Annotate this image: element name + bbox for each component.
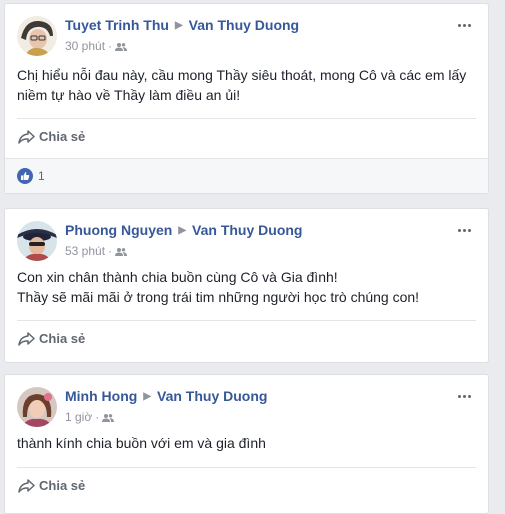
action-bar: Chia sẻ	[5, 119, 488, 159]
post-meta: 30 phút ·	[65, 39, 128, 55]
friends-icon[interactable]	[102, 412, 115, 426]
share-label: Chia sẻ	[39, 129, 86, 144]
post-card: Tuyet Trinh Thu ▶ Van Thuy Duong 30 phút · …	[4, 3, 489, 194]
author-line: Tuyet Trinh Thu ▶ Van Thuy Duong	[65, 17, 299, 33]
target-name[interactable]: Van Thuy Duong	[157, 388, 267, 404]
post-header: Tuyet Trinh Thu ▶ Van Thuy Duong 30 phút ·	[5, 4, 488, 62]
more-options-icon[interactable]	[458, 385, 478, 399]
timestamp[interactable]: 30 phút	[65, 39, 105, 53]
share-button[interactable]: Chia sẻ	[17, 129, 85, 145]
share-arrow-icon	[18, 332, 35, 346]
post-text-line: Con xin chân thành chia buồn cùng Cô và …	[17, 269, 338, 285]
avatar[interactable]	[17, 221, 57, 261]
timestamp[interactable]: 1 giờ	[65, 410, 92, 424]
post-text-line: Thầy sẽ mãi mãi ở trong trái tim những n…	[17, 289, 420, 305]
post-header: Phuong Nguyen ▶ Van Thuy Duong 53 phút ·	[5, 209, 488, 267]
caret-right-icon: ▶	[178, 225, 187, 236]
author-line: Phuong Nguyen ▶ Van Thuy Duong	[65, 222, 302, 238]
action-bar: Chia sẻ	[5, 468, 488, 508]
separator-dot: ·	[108, 244, 113, 258]
friends-icon[interactable]	[115, 246, 128, 260]
separator-dot: ·	[95, 410, 100, 424]
author-name[interactable]: Tuyet Trinh Thu	[65, 17, 169, 33]
reactions-bar: 1	[5, 158, 488, 193]
post-text: thành kính chia buồn với em và gia đình	[17, 435, 266, 451]
post-meta: 53 phút ·	[65, 244, 128, 260]
like-thumb-icon[interactable]	[17, 168, 33, 184]
like-count[interactable]: 1	[38, 169, 45, 183]
share-label: Chia sẻ	[39, 331, 86, 346]
post-card: Minh Hong ▶ Van Thuy Duong 1 giờ · thành kí…	[4, 374, 489, 514]
author-line: Minh Hong ▶ Van Thuy Duong	[65, 388, 267, 404]
friends-icon[interactable]	[115, 41, 128, 55]
author-name[interactable]: Phuong Nguyen	[65, 222, 172, 238]
share-button[interactable]: Chia sẻ	[17, 331, 85, 347]
share-button[interactable]: Chia sẻ	[17, 478, 85, 494]
post-header: Minh Hong ▶ Van Thuy Duong 1 giờ ·	[5, 375, 488, 433]
post-text: Con xin chân thành chia buồn cùng Cô và …	[5, 267, 488, 307]
share-label: Chia sẻ	[39, 478, 86, 493]
caret-right-icon: ▶	[174, 20, 183, 31]
more-options-icon[interactable]	[458, 14, 478, 28]
separator-dot: ·	[108, 39, 113, 53]
avatar[interactable]	[17, 16, 57, 56]
more-options-icon[interactable]	[458, 219, 478, 233]
share-arrow-icon	[18, 130, 35, 144]
post-card: Phuong Nguyen ▶ Van Thuy Duong 53 phút · Co…	[4, 208, 489, 363]
caret-right-icon: ▶	[143, 391, 152, 402]
share-arrow-icon	[18, 479, 35, 493]
action-bar: Chia sẻ	[5, 321, 488, 361]
target-name[interactable]: Van Thuy Duong	[189, 17, 299, 33]
timestamp[interactable]: 53 phút	[65, 244, 105, 258]
avatar[interactable]	[17, 387, 57, 427]
author-name[interactable]: Minh Hong	[65, 388, 137, 404]
post-meta: 1 giờ ·	[65, 410, 115, 426]
target-name[interactable]: Van Thuy Duong	[192, 222, 302, 238]
post-text: Chị hiểu nỗi đau này, cầu mong Thầy siêu…	[17, 67, 467, 103]
